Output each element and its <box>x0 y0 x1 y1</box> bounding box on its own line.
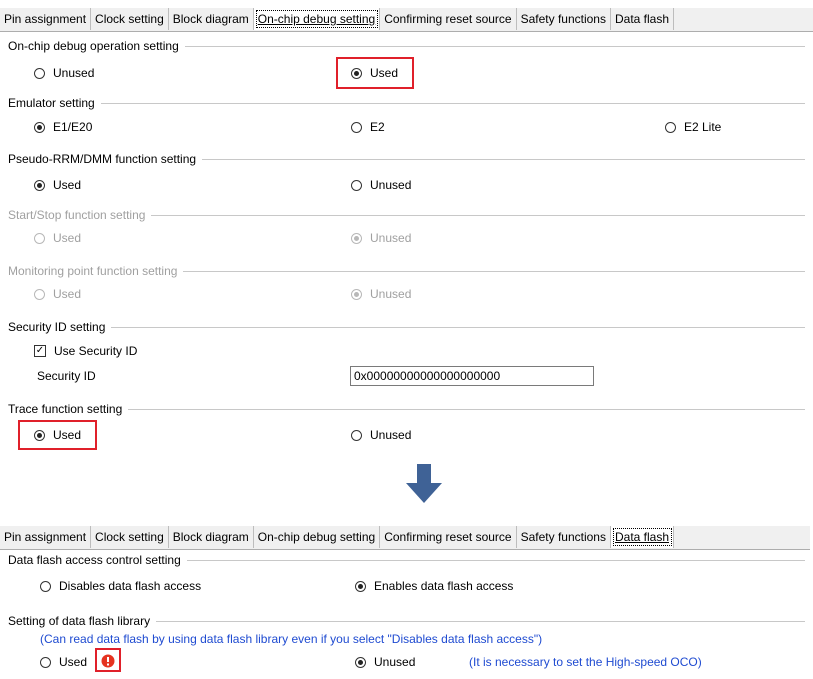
group-divider <box>156 621 805 622</box>
trace-unused-radio[interactable]: Unused <box>351 427 411 443</box>
startstop-unused-radio: Unused <box>351 230 411 246</box>
monitor-unused-radio: Unused <box>351 286 411 302</box>
radio-circle <box>351 429 362 441</box>
highlight-box-warning <box>95 648 121 672</box>
radio-circle <box>40 580 51 592</box>
group-monitoring-point: Monitoring point function setting <box>8 264 805 279</box>
group-ocd-operation: On-chip debug operation setting <box>8 39 805 54</box>
radio-circle <box>34 232 45 244</box>
group-divider <box>186 560 805 561</box>
tab-safety-functions[interactable]: Safety functions <box>516 526 611 548</box>
radio-circle <box>351 288 362 300</box>
radio-label: Unused <box>53 66 95 80</box>
highlight-box-ocd-used <box>336 57 414 89</box>
tab-block-diagram[interactable]: Block diagram <box>168 8 254 30</box>
group-start-stop: Start/Stop function setting <box>8 208 805 223</box>
radio-circle <box>34 288 45 300</box>
tab-data-flash[interactable]: Data flash <box>610 8 675 30</box>
use-security-id-checkbox[interactable]: ✓ Use Security ID <box>34 343 137 359</box>
tab-confirming-reset-source[interactable]: Confirming reset source <box>380 8 517 30</box>
group-trace: Trace function setting <box>8 402 805 417</box>
group-title: Security ID setting <box>8 320 106 334</box>
group-data-flash-library: Setting of data flash library <box>8 614 805 629</box>
radio-label: Unused <box>370 231 412 245</box>
group-pseudo-rrm: Pseudo-RRM/DMM function setting <box>8 152 805 167</box>
group-divider <box>100 103 805 104</box>
library-unused-radio[interactable]: Unused <box>355 654 415 670</box>
group-data-flash-access: Data flash access control setting <box>8 553 805 568</box>
tab-safety-functions[interactable]: Safety functions <box>516 8 611 30</box>
radio-circle <box>351 232 362 244</box>
radio-circle <box>351 121 362 133</box>
radio-label: E2 Lite <box>684 120 722 134</box>
group-title: Data flash access control setting <box>8 553 181 567</box>
ocd-unused-radio[interactable]: Unused <box>34 65 94 81</box>
pseudo-used-radio[interactable]: Used <box>34 177 81 193</box>
tab-confirming-reset-source[interactable]: Confirming reset source <box>380 526 517 548</box>
monitor-used-radio: Used <box>34 286 81 302</box>
emulator-e2-radio[interactable]: E2 <box>351 119 385 135</box>
group-title: Setting of data flash library <box>8 614 151 628</box>
tab-clock-setting[interactable]: Clock setting <box>91 526 169 548</box>
group-divider <box>183 271 805 272</box>
radio-label: E2 <box>370 120 385 134</box>
radio-circle <box>34 121 45 133</box>
group-divider <box>111 327 805 328</box>
checkmark-icon: ✓ <box>34 345 46 357</box>
library-unused-note: (It is necessary to set the High-speed O… <box>469 655 702 669</box>
enables-data-flash-radio[interactable]: Enables data flash access <box>355 578 513 594</box>
radio-circle <box>34 67 45 79</box>
library-note: (Can read data flash by using data flash… <box>40 632 543 646</box>
radio-label: Used <box>59 655 88 669</box>
radio-label: Enables data flash access <box>374 579 514 593</box>
tab-pin-assignment[interactable]: Pin assignment <box>0 8 92 30</box>
group-divider <box>151 215 805 216</box>
radio-circle <box>355 656 366 668</box>
security-id-label: Security ID <box>37 369 96 383</box>
group-title: Trace function setting <box>8 402 123 416</box>
arrow-down-icon <box>406 464 442 503</box>
tab-data-flash[interactable]: Data flash <box>610 526 675 548</box>
radio-label: Used <box>53 178 82 192</box>
tab-on-chip-debug-setting[interactable]: On-chip debug setting <box>253 526 381 548</box>
radio-label: Used <box>53 287 82 301</box>
group-divider <box>128 409 805 410</box>
group-title: Monitoring point function setting <box>8 264 178 278</box>
radio-circle <box>40 656 51 668</box>
group-title: Emulator setting <box>8 96 95 110</box>
group-security-id: Security ID setting <box>8 320 805 335</box>
emulator-e2lite-radio[interactable]: E2 Lite <box>665 119 721 135</box>
tab-on-chip-debug-setting[interactable]: On-chip debug setting <box>253 8 381 30</box>
radio-circle <box>355 580 366 592</box>
group-divider <box>202 159 805 160</box>
radio-label: Used <box>53 231 82 245</box>
tab-bar-top: Pin assignment Clock setting Block diagram… <box>0 8 813 32</box>
radio-label: Disables data flash access <box>59 579 202 593</box>
startstop-used-radio: Used <box>34 230 81 246</box>
radio-label: Unused <box>374 655 416 669</box>
checkbox-label: Use Security ID <box>54 344 138 358</box>
library-used-radio[interactable]: Used <box>40 654 87 670</box>
group-title: Start/Stop function setting <box>8 208 146 222</box>
radio-label: Unused <box>370 428 412 442</box>
radio-circle <box>351 179 362 191</box>
group-divider <box>184 46 805 47</box>
group-emulator: Emulator setting <box>8 96 805 111</box>
emulator-e1e20-radio[interactable]: E1/E20 <box>34 119 92 135</box>
radio-label: E1/E20 <box>53 120 93 134</box>
group-title: On-chip debug operation setting <box>8 39 179 53</box>
tab-bar-bottom: Pin assignment Clock setting Block diagram… <box>0 526 810 550</box>
tab-block-diagram[interactable]: Block diagram <box>168 526 254 548</box>
group-title: Pseudo-RRM/DMM function setting <box>8 152 197 166</box>
radio-label: Unused <box>370 287 412 301</box>
radio-label: Unused <box>370 178 412 192</box>
pseudo-unused-radio[interactable]: Unused <box>351 177 411 193</box>
disables-data-flash-radio[interactable]: Disables data flash access <box>40 578 201 594</box>
radio-circle <box>34 179 45 191</box>
tab-pin-assignment[interactable]: Pin assignment <box>0 526 92 548</box>
tab-clock-setting[interactable]: Clock setting <box>91 8 169 30</box>
highlight-box-trace-used <box>18 420 97 450</box>
radio-circle <box>665 121 676 133</box>
security-id-input[interactable]: 0x00000000000000000000 <box>350 366 594 386</box>
